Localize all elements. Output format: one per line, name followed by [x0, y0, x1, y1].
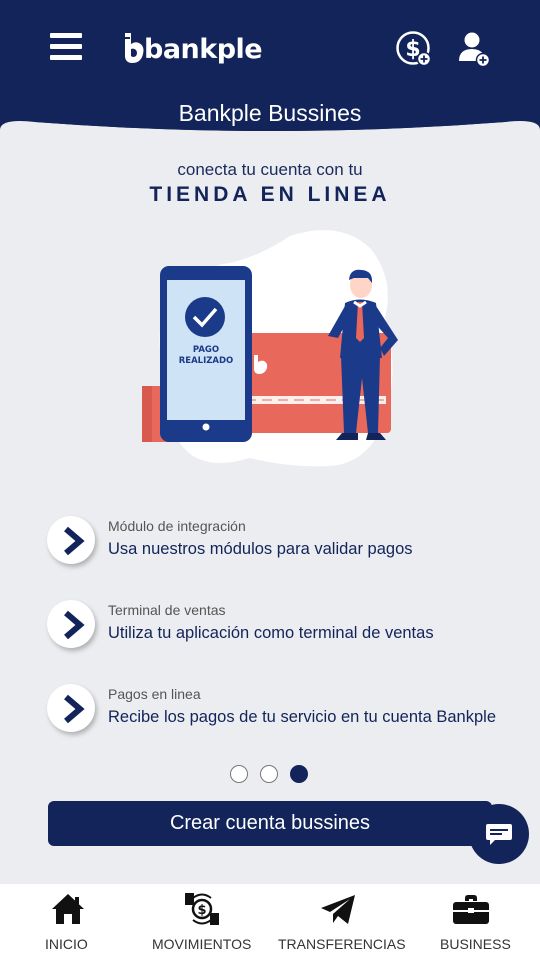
feature-description: Usa nuestros módulos para validar pagos: [108, 540, 413, 558]
tab-label: BUSINESS: [440, 936, 511, 952]
tab-label: TRANSFERENCIAS: [278, 936, 406, 952]
bottom-tab-bar: INICIO $ MOVIMIENTOS TRANSFERENCIAS BUSI…: [0, 884, 540, 960]
feature-arrow-button[interactable]: [47, 684, 95, 732]
feature-description: Recibe los pagos de tu servicio en tu cu…: [108, 708, 496, 726]
payment-illustration: PAGO REALIZADO: [142, 230, 398, 467]
add-user-button[interactable]: [458, 31, 492, 68]
money-exchange-icon: $: [185, 893, 219, 925]
paper-plane-icon: [321, 895, 355, 924]
chevron-right-icon: [64, 610, 85, 640]
feature-online-payments[interactable]: Pagos en linea Recibe los pagos de tu se…: [47, 684, 517, 736]
pager-dot-3-active[interactable]: [290, 765, 308, 783]
tab-label: INICIO: [45, 936, 88, 952]
hero-headline: TIENDA EN LINEA: [149, 183, 391, 206]
feature-title: Pagos en linea: [108, 686, 201, 702]
pager-dot-2[interactable]: [260, 765, 278, 783]
bankple-logo-mark-icon: [124, 33, 144, 63]
feature-arrow-button[interactable]: [47, 600, 95, 648]
create-business-account-button[interactable]: Crear cuenta bussines: [48, 801, 492, 846]
brand-name: bankple: [144, 33, 263, 65]
feature-sales-terminal[interactable]: Terminal de ventas Utiliza tu aplicación…: [47, 600, 517, 652]
add-money-button[interactable]: $: [395, 31, 433, 69]
tab-movimientos[interactable]: $ MOVIMIENTOS: [148, 884, 258, 960]
feature-title: Terminal de ventas: [108, 602, 226, 618]
chat-icon: [486, 824, 512, 845]
feature-description: Utiliza tu aplicación como terminal de v…: [108, 624, 434, 642]
feature-integration-module[interactable]: Módulo de integración Usa nuestros módul…: [47, 516, 517, 568]
app-header: bankple $ Bankple Bussines: [0, 0, 540, 135]
phone-text-line2: REALIZADO: [179, 356, 234, 366]
chevron-right-icon: [64, 526, 85, 556]
dollar-add-icon: $: [396, 31, 432, 67]
briefcase-icon: [453, 895, 489, 924]
user-add-icon: [459, 32, 491, 68]
tab-inicio[interactable]: INICIO: [20, 884, 115, 960]
tab-label: MOVIMIENTOS: [152, 936, 252, 952]
chevron-right-icon: [64, 694, 85, 724]
hero-subtitle: conecta tu cuenta con tu: [177, 160, 363, 179]
menu-icon: [50, 33, 82, 38]
brand-logo: bankple: [122, 31, 263, 67]
feature-title: Módulo de integración: [108, 518, 246, 534]
page-title: Bankple Bussines: [178, 100, 362, 126]
chat-button[interactable]: [469, 804, 529, 864]
pager-dot-1[interactable]: [230, 765, 248, 783]
menu-button[interactable]: [50, 33, 82, 61]
tab-transferencias[interactable]: TRANSFERENCIAS: [276, 884, 406, 960]
home-icon: [52, 894, 84, 924]
phone-text-line1: PAGO: [193, 345, 219, 355]
tab-business[interactable]: BUSINESS: [430, 884, 520, 960]
feature-arrow-button[interactable]: [47, 516, 95, 564]
svg-text:$: $: [197, 903, 206, 918]
